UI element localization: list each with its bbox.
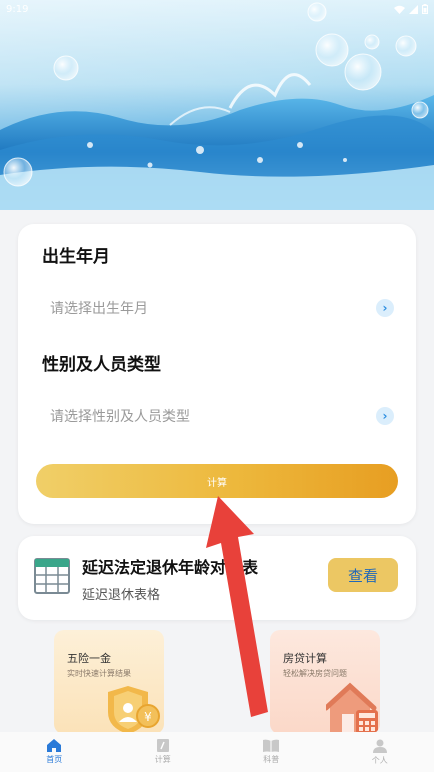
table-icon xyxy=(34,558,70,594)
nav-profile[interactable]: 个人 xyxy=(340,739,420,766)
shield-coin-icon: ¥ xyxy=(108,686,160,734)
mortgage-tile[interactable]: 房贷计算 轻松解决房贷问题 xyxy=(270,630,380,734)
table-card-title: 延迟法定退休年龄对照表 xyxy=(82,558,259,577)
book-icon xyxy=(263,739,280,752)
gender-type-placeholder: 请选择性别及人员类型 xyxy=(50,409,190,425)
battery-icon xyxy=(422,4,428,14)
nav-label: 首页 xyxy=(46,755,63,764)
tile-subtitle: 实时快速计算结果 xyxy=(67,669,131,678)
wifi-icon xyxy=(394,5,405,14)
gender-type-select[interactable]: 请选择性别及人员类型 › xyxy=(42,398,394,434)
nav-science[interactable]: 科普 xyxy=(231,739,311,765)
status-time: 9:19 xyxy=(6,3,29,15)
nav-calculate[interactable]: 计算 xyxy=(123,739,203,765)
calculator-card: 出生年月 请选择出生年月 › 性别及人员类型 请选择性别及人员类型 › 计算 xyxy=(18,224,416,524)
svg-text:¥: ¥ xyxy=(144,710,152,724)
view-button[interactable]: 查看 xyxy=(328,558,398,592)
birth-date-placeholder: 请选择出生年月 xyxy=(50,301,148,317)
status-bar: 9:19 xyxy=(0,0,434,18)
person-icon xyxy=(372,739,387,753)
birth-date-title: 出生年月 xyxy=(42,247,110,267)
nav-label: 计算 xyxy=(154,755,171,764)
status-icons xyxy=(394,4,428,14)
nav-home[interactable]: 首页 xyxy=(14,739,94,765)
chevron-right-icon: › xyxy=(376,299,394,317)
calculate-button[interactable]: 计算 xyxy=(36,464,398,498)
tile-subtitle: 轻松解决房贷问题 xyxy=(283,669,347,678)
home-icon xyxy=(47,739,62,752)
nav-label: 个人 xyxy=(371,755,388,765)
bottom-navigation: 首页 计算 科普 个人 xyxy=(0,732,434,772)
birth-date-select[interactable]: 请选择出生年月 › xyxy=(42,290,394,326)
retirement-table-card[interactable]: 延迟法定退休年龄对照表 延迟退休表格 查看 xyxy=(18,536,416,620)
tile-title: 房贷计算 xyxy=(283,652,327,665)
header-banner xyxy=(0,0,434,210)
gender-type-title: 性别及人员类型 xyxy=(42,355,161,375)
signal-icon xyxy=(409,4,418,14)
insurance-fund-tile[interactable]: 五险一金 实时快速计算结果 ¥ xyxy=(54,630,164,734)
calculator-icon xyxy=(156,739,169,752)
house-calculator-icon xyxy=(326,682,378,734)
table-card-subtitle: 延迟退休表格 xyxy=(82,588,161,603)
nav-label: 科普 xyxy=(263,755,280,764)
tile-title: 五险一金 xyxy=(67,652,111,665)
chevron-right-icon: › xyxy=(376,407,394,425)
water-splash-illustration xyxy=(0,0,434,210)
